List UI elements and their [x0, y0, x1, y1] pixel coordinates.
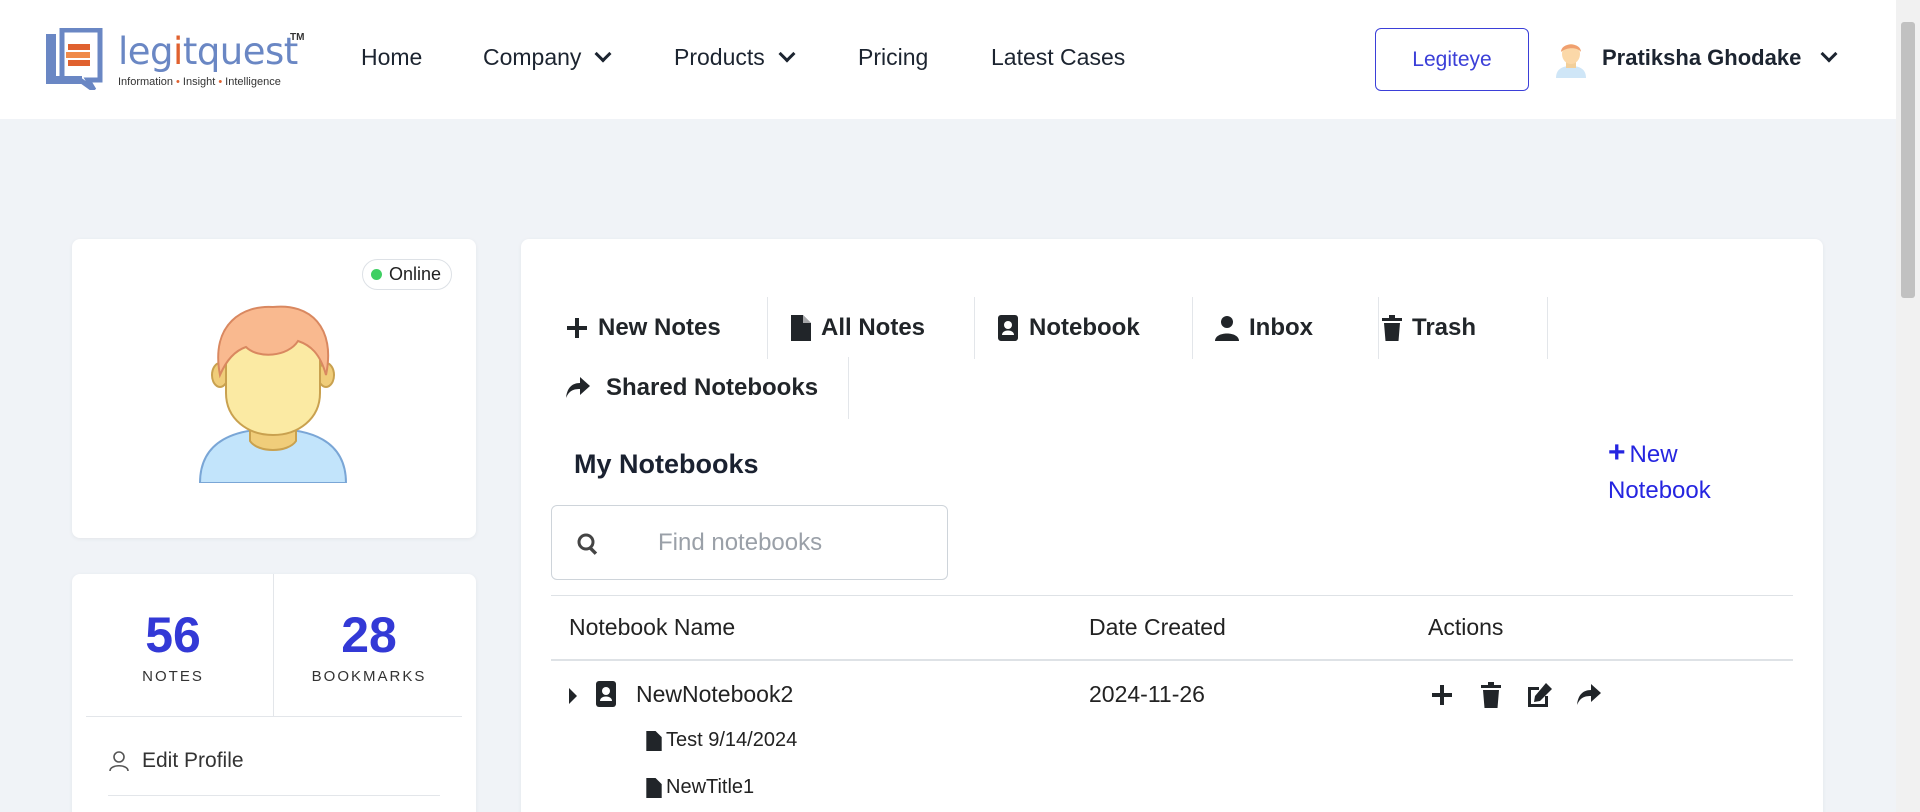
nav-home[interactable]: Home	[361, 44, 422, 71]
chevron-down-icon	[594, 45, 612, 62]
user-name: Pratiksha Ghodake	[1602, 45, 1802, 70]
notebook-date: 2024-11-26	[1089, 681, 1205, 707]
table-top-border	[551, 595, 1793, 596]
plus-icon	[567, 318, 587, 338]
note-item[interactable]: Test 9/14/2024	[646, 729, 797, 752]
legiteye-button[interactable]: Legiteye	[1375, 28, 1529, 91]
address-book-icon	[596, 681, 616, 707]
new-notebook-link[interactable]: + New Notebook	[1608, 435, 1711, 509]
notes-panel: New Notes All Notes Notebook Inbox Trash…	[521, 239, 1823, 812]
share-notebook-button[interactable]	[1573, 680, 1605, 710]
edit-icon	[1528, 683, 1552, 707]
user-icon	[1215, 316, 1239, 341]
edit-profile-divider	[108, 795, 440, 796]
search-icon	[577, 533, 598, 555]
logo-trademark: TM	[290, 32, 305, 43]
file-icon	[646, 730, 662, 751]
notes-label: NOTES	[142, 668, 204, 685]
notebook-name[interactable]: NewNotebook2	[636, 681, 793, 708]
share-icon	[1577, 684, 1601, 705]
trash-icon	[1481, 682, 1501, 708]
bookmarks-label: BOOKMARKS	[311, 668, 427, 685]
note-item[interactable]: NewTitle1	[646, 776, 754, 799]
bookmarks-count: 28	[341, 607, 397, 663]
nav-pricing[interactable]: Pricing	[858, 44, 928, 71]
notebook-actions	[1426, 680, 1605, 710]
edit-profile-link[interactable]: Edit Profile	[108, 749, 244, 773]
plus-icon: +	[1608, 436, 1626, 469]
status-badge: Online	[361, 259, 452, 290]
logo-tagline: Information • Insight • Intelligence	[118, 76, 281, 88]
edit-profile-label: Edit Profile	[142, 749, 244, 772]
scrollbar-thumb[interactable]	[1901, 22, 1915, 298]
tab-all-notes[interactable]: All Notes	[791, 297, 975, 359]
notes-count: 56	[145, 607, 201, 663]
tab-notebook[interactable]: Notebook	[997, 297, 1193, 359]
expand-caret-icon[interactable]	[569, 688, 577, 704]
column-header-date[interactable]: Date Created	[1089, 614, 1226, 641]
logo-wordmark: legitquest	[118, 30, 298, 73]
profile-avatar	[198, 305, 348, 483]
add-note-button[interactable]	[1426, 680, 1458, 710]
page-scrollbar[interactable]	[1896, 0, 1920, 812]
online-dot-icon	[370, 269, 382, 280]
user-menu[interactable]: Pratiksha Ghodake	[1554, 38, 1838, 78]
user-avatar-icon	[1556, 44, 1586, 78]
tab-new-notes[interactable]: New Notes	[566, 297, 768, 359]
share-icon	[566, 377, 590, 398]
top-header: legitquest TM Information • Insight • Intell…	[0, 0, 1896, 119]
stats-separator	[86, 716, 462, 717]
notebook-search[interactable]	[551, 505, 948, 580]
chevron-down-icon	[1820, 45, 1838, 63]
file-icon	[646, 777, 662, 798]
logo-mark-icon	[46, 27, 103, 93]
profile-card: Online	[72, 239, 476, 538]
legitquest-logo[interactable]: legitquest TM Information • Insight • Intell…	[42, 27, 305, 94]
tab-trash[interactable]: Trash	[1382, 297, 1548, 359]
address-book-icon	[998, 315, 1018, 341]
bookmarks-stat[interactable]: 28 BOOKMARKS	[274, 606, 464, 685]
user-outline-icon	[109, 751, 129, 772]
table-header-border	[551, 659, 1793, 661]
search-input[interactable]	[622, 520, 922, 566]
nav-company[interactable]: Company	[483, 44, 612, 71]
nav-latest-cases[interactable]: Latest Cases	[991, 44, 1125, 71]
stats-card: 56 NOTES 28 BOOKMARKS Edit Profile	[72, 574, 476, 812]
status-text: Online	[388, 264, 441, 284]
plus-icon	[1432, 685, 1452, 705]
my-notebooks-title: My Notebooks	[574, 449, 759, 479]
tab-inbox[interactable]: Inbox	[1215, 297, 1379, 359]
edit-notebook-button[interactable]	[1524, 680, 1556, 710]
delete-notebook-button[interactable]	[1475, 680, 1507, 710]
chevron-down-icon	[778, 45, 796, 62]
column-header-actions: Actions	[1428, 614, 1504, 640]
column-header-name[interactable]: Notebook Name	[569, 614, 735, 641]
tab-shared-notebooks[interactable]: Shared Notebooks	[566, 357, 849, 419]
notes-stat[interactable]: 56 NOTES	[78, 606, 268, 685]
file-icon	[791, 315, 811, 341]
nav-products[interactable]: Products	[674, 44, 796, 71]
trash-icon	[1382, 315, 1402, 341]
